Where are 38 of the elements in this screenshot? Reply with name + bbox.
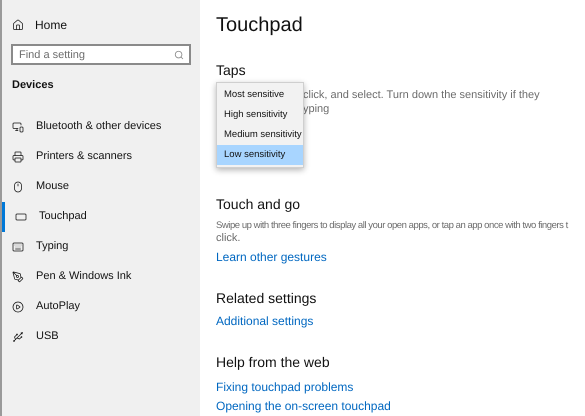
- settings-link[interactable]: Additional settings: [216, 312, 314, 330]
- nav-item[interactable]: Pen & Windows Ink: [2, 262, 200, 292]
- dropdown-option[interactable]: High sensitivity: [217, 105, 303, 125]
- dropdown-option[interactable]: Most sensitive: [217, 85, 303, 105]
- description-text: click.: [216, 232, 242, 245]
- printer-icon: [12, 150, 24, 162]
- help-link[interactable]: Fixing touchpad problems: [216, 378, 354, 396]
- page-title: Touchpad: [216, 13, 304, 38]
- section-heading: Help from the web: [216, 353, 331, 372]
- description-text: Swipe up with three fingers to display all your open apps, or tap an app once with two fingers t: [216, 219, 570, 232]
- touchpad-icon: [15, 210, 27, 222]
- nav-item[interactable]: Mouse: [2, 172, 200, 202]
- help-link[interactable]: Opening the on-screen touchpad: [216, 397, 391, 415]
- section-heading: Devices: [11, 78, 55, 93]
- description-text: click, and select. Turn down the sensitivity if they: [303, 88, 541, 102]
- section-heading: Touch and go: [216, 195, 302, 214]
- home-icon: [12, 19, 24, 31]
- keyboard-icon: [12, 240, 24, 252]
- section-heading: Related settings: [216, 289, 318, 308]
- play-icon: [12, 300, 24, 312]
- dropdown-option[interactable]: Medium sensitivity: [217, 125, 303, 145]
- nav-item[interactable]: Bluetooth & other devices: [2, 112, 200, 142]
- home-link[interactable]: Home: [2, 16, 200, 34]
- mouse-icon: [12, 180, 24, 192]
- dropdown-option[interactable]: Low sensitivity: [217, 145, 303, 165]
- nav-item[interactable]: USB: [2, 322, 200, 352]
- pen-icon: [12, 270, 24, 282]
- nav-item[interactable]: Typing: [2, 232, 200, 262]
- search-icon: [174, 50, 184, 60]
- usb-icon: [12, 330, 24, 342]
- search-field[interactable]: Find a setting: [11, 44, 191, 65]
- section-heading: Taps: [216, 61, 247, 80]
- nav-item[interactable]: AutoPlay: [2, 292, 200, 322]
- description-text: yping: [303, 102, 330, 116]
- nav-item[interactable]: Printers & scanners: [2, 142, 200, 172]
- devices-icon: [12, 120, 24, 132]
- nav-item[interactable]: Touchpad: [2, 202, 200, 232]
- gestures-link[interactable]: Learn other gestures: [216, 248, 327, 266]
